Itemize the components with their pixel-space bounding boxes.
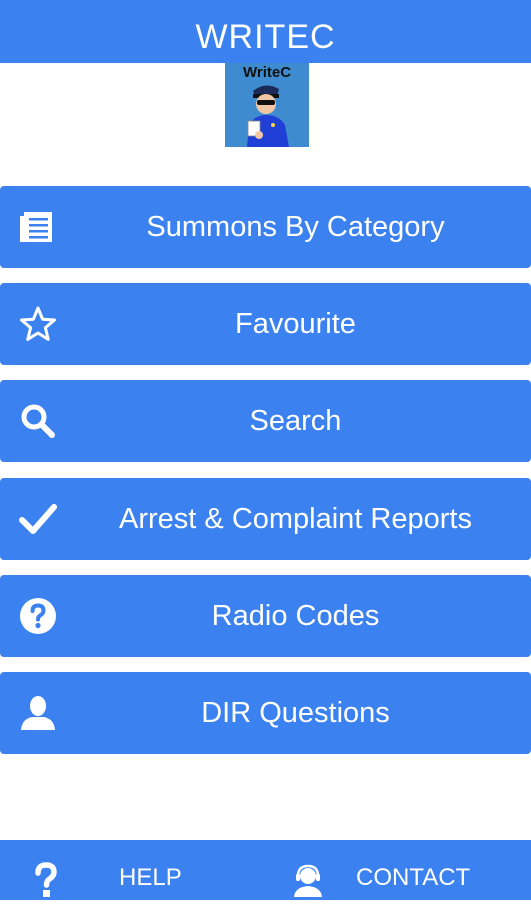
search-label: Search bbox=[249, 405, 342, 437]
dir-questions-label: DIR Questions bbox=[201, 697, 390, 729]
contact-support-icon bbox=[294, 864, 322, 897]
checkmark-icon bbox=[19, 504, 57, 534]
radio-codes-label: Radio Codes bbox=[211, 600, 380, 632]
favourite-button[interactable]: Favourite bbox=[0, 283, 531, 365]
summons-by-category-button[interactable]: Summons By Category bbox=[0, 186, 531, 268]
contact-label: CONTACT bbox=[356, 864, 471, 891]
question-circle-icon bbox=[20, 598, 56, 634]
help-button[interactable]: HELP bbox=[0, 840, 230, 900]
radio-codes-button[interactable]: Radio Codes bbox=[0, 575, 531, 657]
search-button[interactable]: Search bbox=[0, 380, 531, 462]
bottom-bar: HELP CONTACT bbox=[0, 840, 531, 900]
star-icon bbox=[20, 306, 56, 341]
person-icon bbox=[21, 696, 55, 730]
favourite-label: Favourite bbox=[235, 308, 356, 340]
contact-button[interactable]: CONTACT bbox=[280, 840, 531, 900]
app-title: WRITEC bbox=[195, 18, 336, 56]
police-officer-illustration bbox=[247, 85, 289, 147]
document-list-icon bbox=[20, 212, 52, 242]
help-question-icon bbox=[35, 862, 57, 897]
arrest-complaint-reports-label: Arrest & Complaint Reports bbox=[119, 503, 472, 535]
dir-questions-button[interactable]: DIR Questions bbox=[0, 672, 531, 754]
arrest-complaint-reports-button[interactable]: Arrest & Complaint Reports bbox=[0, 478, 531, 560]
summons-by-category-label: Summons By Category bbox=[146, 211, 445, 243]
app-bar: WRITEC bbox=[0, 0, 531, 63]
help-label: HELP bbox=[119, 864, 182, 891]
search-icon bbox=[21, 404, 55, 438]
app-logo: WriteC bbox=[225, 63, 309, 147]
